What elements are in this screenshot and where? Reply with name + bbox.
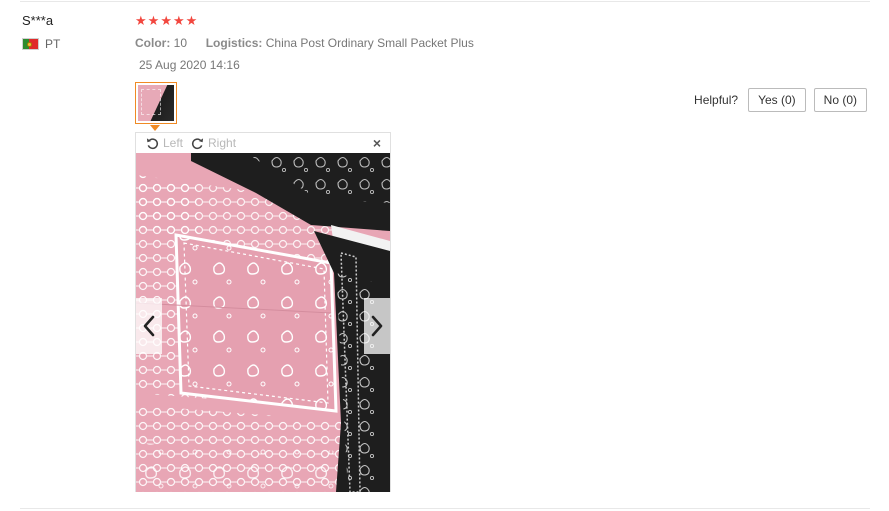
- rotate-right-label: Right: [208, 136, 237, 150]
- logistics-value: China Post Ordinary Small Packet Plus: [265, 36, 474, 50]
- flag-portugal-icon: [22, 38, 39, 50]
- helpful-yes-button[interactable]: Yes (0): [748, 88, 806, 112]
- logistics-label: Logistics:: [205, 36, 263, 50]
- viewer-toolbar: Left Right ×: [136, 133, 390, 153]
- star-icon: ★: [135, 13, 147, 28]
- country-code: PT: [45, 37, 61, 51]
- thumbnail-image: [138, 85, 174, 121]
- reviewer-name: S***a: [22, 13, 54, 28]
- thumbnail-selected-caret: [150, 125, 160, 131]
- previous-photo-button[interactable]: [136, 298, 162, 354]
- chevron-right-icon: [371, 315, 383, 337]
- star-icon: ★: [172, 13, 185, 28]
- review-photo-thumbnail[interactable]: [135, 82, 177, 124]
- color-value: 10: [173, 36, 188, 50]
- helpful-vote: Helpful? Yes (0) No (0): [694, 88, 867, 112]
- helpful-no-button[interactable]: No (0): [813, 88, 867, 112]
- photo-viewer: Left Right ×: [135, 132, 391, 492]
- top-divider: [20, 1, 870, 2]
- chevron-left-icon: [143, 315, 155, 337]
- review-photo: [136, 153, 390, 492]
- star-icon: ★: [147, 13, 160, 28]
- close-icon[interactable]: ×: [373, 135, 381, 151]
- rotate-right-icon: [192, 137, 204, 149]
- bottom-divider: [20, 508, 870, 509]
- rotate-left-label: Left: [163, 136, 184, 150]
- helpful-label: Helpful?: [694, 93, 739, 107]
- rotate-left-icon: [146, 137, 159, 149]
- color-label: Color:: [135, 36, 171, 50]
- review-date: 25 Aug 2020 14:16: [139, 58, 240, 72]
- reviewer-country: PT: [22, 37, 60, 51]
- bandana-photo: [136, 153, 390, 492]
- order-info: Color: 10 Logistics: China Post Ordinary…: [135, 36, 474, 50]
- star-icon: ★: [185, 13, 198, 28]
- rotate-right-button[interactable]: Right: [191, 136, 236, 150]
- next-photo-button[interactable]: [364, 298, 390, 354]
- star-rating: ★ ★ ★ ★ ★: [135, 14, 197, 28]
- star-icon: ★: [160, 13, 172, 28]
- rotate-left-button[interactable]: Left: [146, 136, 183, 150]
